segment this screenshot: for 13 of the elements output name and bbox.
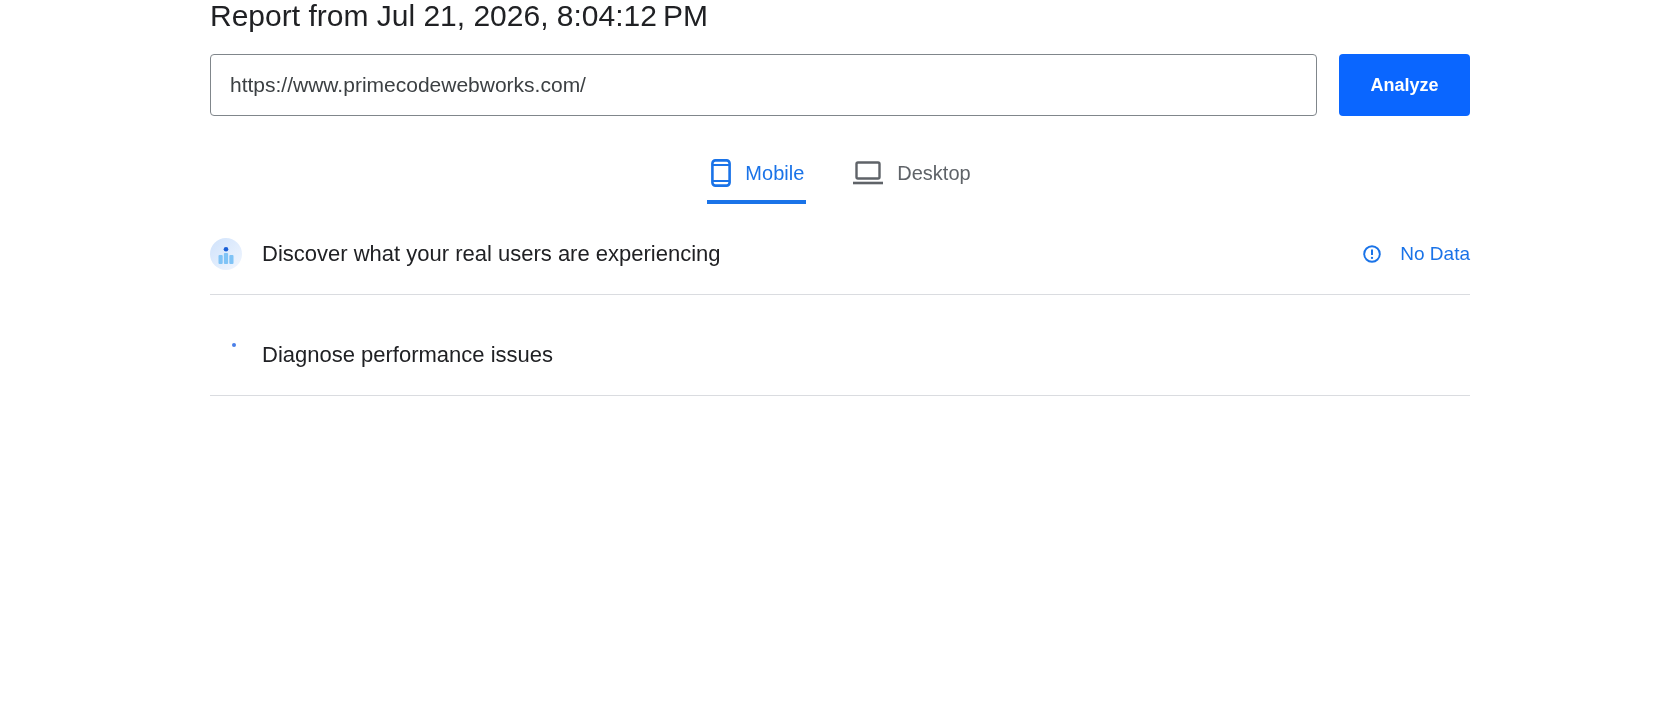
section-title: Diagnose performance issues [262, 341, 554, 369]
device-tab[interactable]: Desktop [849, 146, 973, 204]
section-title: Discover what your real users are experiencing [262, 240, 721, 268]
report-title: Report from Jul 21, 2026, 8:04:12 PM [210, 0, 709, 32]
device-tab[interactable]: Mobile [707, 146, 807, 204]
exclamation-icon [1363, 245, 1382, 263]
dot-icon [232, 343, 236, 347]
status-label: No Data [1400, 243, 1470, 265]
analyze-button[interactable]: Analyze [1339, 54, 1470, 116]
smartphone-icon [711, 159, 732, 187]
url-field[interactable]: https://www.primecodewebworks.com/ [210, 54, 1317, 116]
user-chart-icon [210, 238, 242, 270]
laptop-icon [853, 161, 884, 185]
